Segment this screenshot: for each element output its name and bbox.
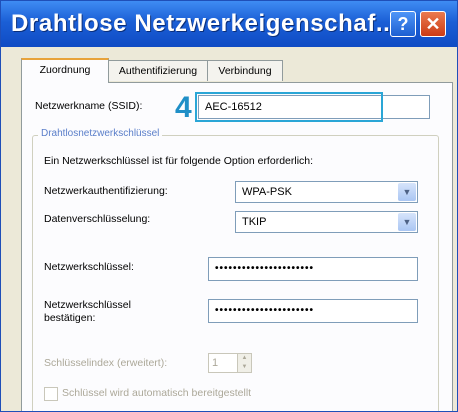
dialog-window: Drahtlose Netzwerkeigenschaf... ? ✕ Zuor… bbox=[0, 0, 458, 412]
tab-panel: Netzwerkname (SSID): 4 AEC-16512 Drahtlo… bbox=[21, 82, 453, 411]
encryption-value: TKIP bbox=[242, 216, 267, 228]
tab-zuordnung[interactable]: Zuordnung bbox=[21, 58, 109, 83]
ssid-highlight-box bbox=[195, 92, 383, 122]
title-bar[interactable]: Drahtlose Netzwerkeigenschaf... ? ✕ bbox=[1, 1, 457, 47]
auto-key-checkbox[interactable] bbox=[44, 387, 58, 401]
auth-value: WPA-PSK bbox=[242, 186, 292, 198]
key-index-spinner[interactable]: 1 ▲ ▼ bbox=[208, 353, 252, 373]
close-button[interactable]: ✕ bbox=[420, 11, 446, 37]
key-info-text: Ein Netzwerkschlüssel ist für folgende O… bbox=[44, 155, 314, 167]
confirm-key-input[interactable]: •••••••••••••••••••••• bbox=[208, 299, 418, 323]
window-title: Drahtlose Netzwerkeigenschaf... bbox=[11, 10, 398, 37]
step-number: 4 bbox=[175, 91, 192, 124]
spinner-arrows-icon[interactable]: ▲ ▼ bbox=[237, 354, 251, 372]
ssid-label: Netzwerkname (SSID): bbox=[35, 100, 143, 112]
auth-label: Netzwerkauthentifizierung: bbox=[44, 185, 168, 197]
encryption-label: Datenverschlüsselung: bbox=[44, 213, 151, 225]
network-key-input[interactable]: •••••••••••••••••••••• bbox=[208, 257, 418, 281]
key-index-label: Schlüsselindex (erweitert): bbox=[44, 357, 168, 369]
confirm-key-label-line2: bestätigen: bbox=[44, 312, 96, 324]
chevron-down-icon[interactable]: ▼ bbox=[398, 213, 416, 231]
encryption-select[interactable]: TKIP ▼ bbox=[235, 211, 418, 233]
auto-key-label: Schlüssel wird automatisch bereitgestell… bbox=[62, 387, 252, 399]
key-index-value: 1 bbox=[212, 357, 219, 369]
chevron-down-icon[interactable]: ▼ bbox=[398, 183, 416, 201]
tab-verbindung[interactable]: Verbindung bbox=[207, 60, 283, 81]
tab-authentifizierung[interactable]: Authentifizierung bbox=[107, 60, 209, 81]
auth-select[interactable]: WPA-PSK ▼ bbox=[235, 181, 418, 203]
confirm-key-label-line1: Netzwerkschlüssel bbox=[44, 299, 131, 311]
network-key-label: Netzwerkschlüssel: bbox=[44, 261, 134, 273]
group-legend: Drahtlosnetzwerkschlüssel bbox=[38, 128, 163, 139]
close-icon: ✕ bbox=[425, 14, 441, 34]
help-button[interactable]: ? bbox=[390, 11, 416, 37]
